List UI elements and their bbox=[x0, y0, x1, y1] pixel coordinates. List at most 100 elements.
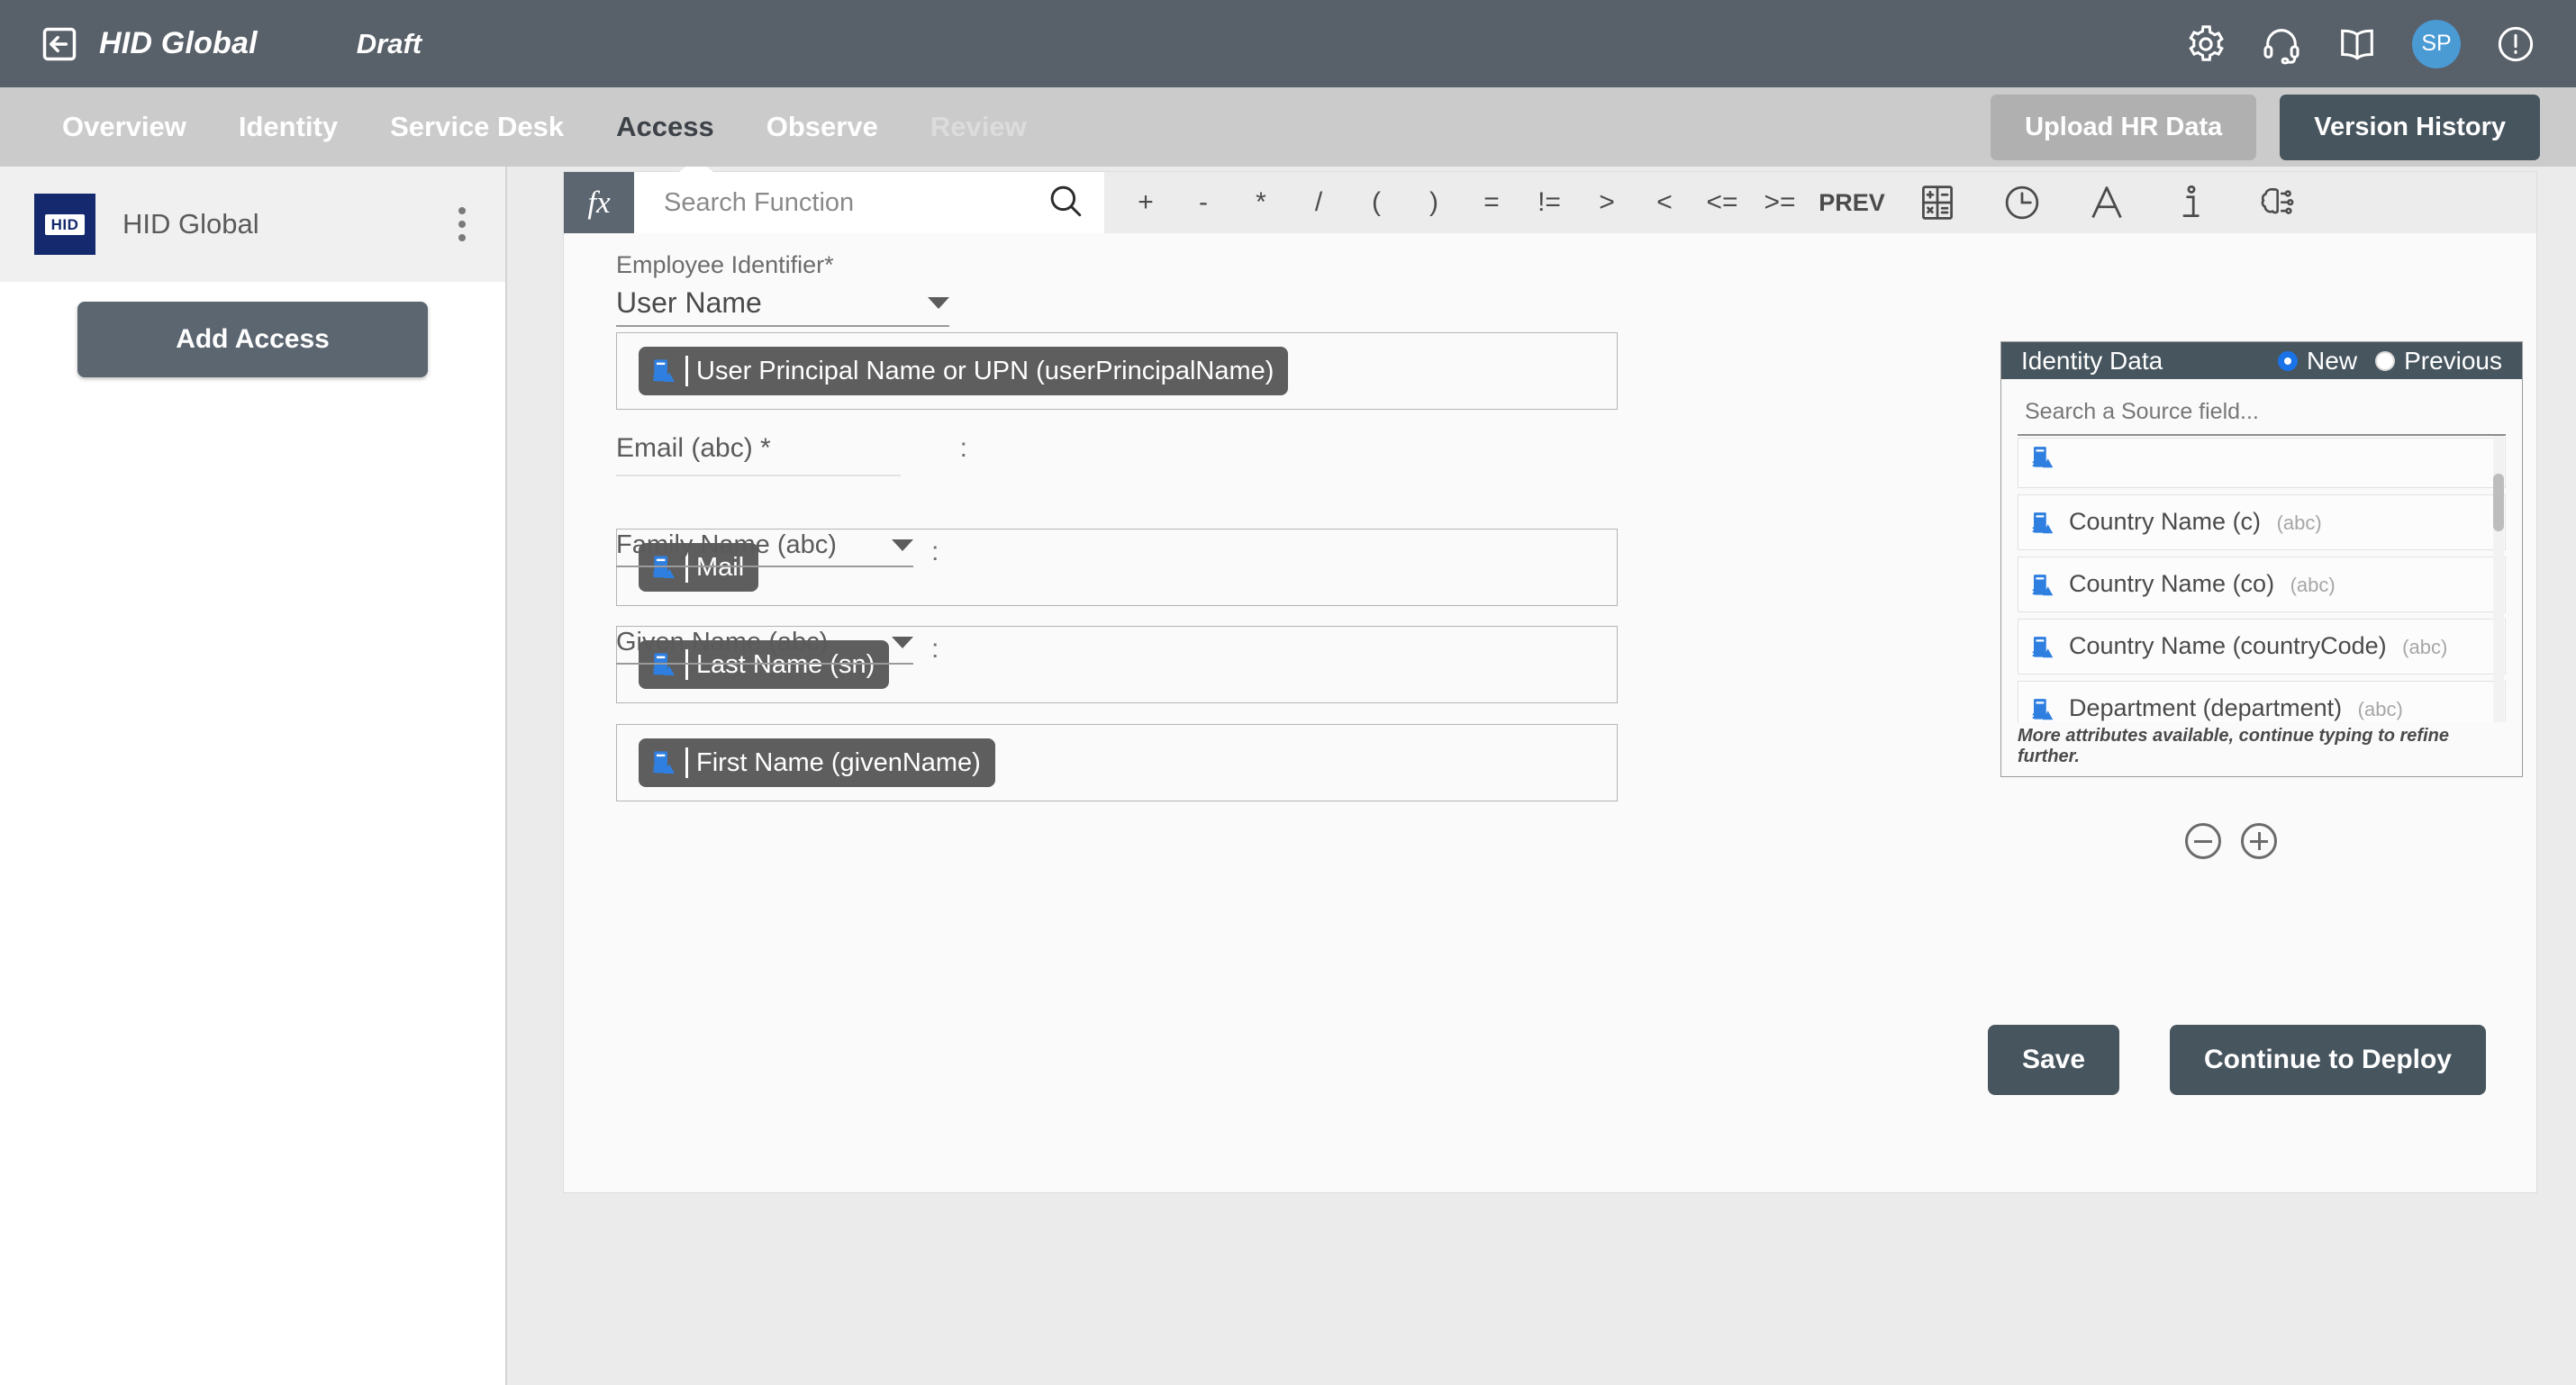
token-label: User Principal Name or UPN (userPrincipa… bbox=[696, 356, 1274, 385]
back-arrow-icon[interactable] bbox=[40, 24, 79, 64]
operator-divide[interactable]: / bbox=[1290, 187, 1347, 218]
operator-close-paren[interactable]: ) bbox=[1405, 187, 1463, 218]
draft-status: Draft bbox=[356, 27, 422, 59]
operator-less-than[interactable]: < bbox=[1636, 187, 1693, 218]
nav-item-observe[interactable]: Observe bbox=[740, 111, 904, 143]
field-colon: : bbox=[931, 634, 939, 664]
nav-bar: Overview Identity Service Desk Access Ob… bbox=[0, 87, 2576, 167]
toolbar-notch bbox=[678, 167, 714, 173]
text-a-icon[interactable] bbox=[2087, 183, 2127, 222]
ai-brain-icon[interactable] bbox=[2256, 183, 2296, 222]
source-field-icon bbox=[2029, 442, 2056, 473]
topbar-icon-group: SP bbox=[2185, 19, 2536, 68]
list-item-type: (abc) bbox=[2402, 636, 2448, 659]
form-row-given-name: Given Name (abc) : bbox=[616, 628, 1445, 665]
operator-greater-equal[interactable]: >= bbox=[1751, 187, 1809, 218]
function-search-input[interactable] bbox=[664, 187, 1047, 218]
chevron-down-icon[interactable] bbox=[892, 539, 913, 551]
family-name-select[interactable]: Family Name (abc) bbox=[616, 530, 913, 567]
upload-hr-data-button[interactable]: Upload HR Data bbox=[1991, 94, 2257, 160]
field-colon: : bbox=[959, 433, 967, 463]
nav-item-service-desk[interactable]: Service Desk bbox=[364, 111, 590, 143]
add-row-button[interactable] bbox=[2241, 823, 2277, 859]
radio-previous-icon[interactable] bbox=[2375, 350, 2396, 371]
operator-greater-than[interactable]: > bbox=[1578, 187, 1636, 218]
given-name-select[interactable]: Given Name (abc) bbox=[616, 628, 913, 665]
chevron-down-icon[interactable] bbox=[928, 297, 949, 309]
employee-identifier-token-box[interactable]: User Principal Name or UPN (userPrincipa… bbox=[616, 332, 1618, 410]
radio-option-previous[interactable]: Previous bbox=[2375, 347, 2502, 376]
save-button[interactable]: Save bbox=[1987, 1025, 2120, 1095]
operator-plus[interactable]: + bbox=[1117, 187, 1175, 218]
radio-new-icon[interactable] bbox=[2278, 350, 2299, 371]
fx-button[interactable]: fx bbox=[564, 172, 634, 233]
org-card[interactable]: HID HID Global bbox=[0, 167, 505, 282]
form-row-email: Email (abc) * : bbox=[616, 433, 1445, 476]
list-item[interactable]: Country Name (co) (abc) bbox=[2018, 557, 2506, 613]
field-label: Family Name (abc) bbox=[616, 530, 837, 559]
token-label: First Name (givenName) bbox=[696, 747, 981, 777]
list-item-text: Country Name (c) (abc) bbox=[2069, 506, 2322, 538]
radio-new-label: New bbox=[2307, 346, 2358, 375]
body-wrapper: HID HID Global Add Access fx Search Func… bbox=[0, 167, 2576, 1385]
source-field-list: Country Name (c) (abc) Country Name (co)… bbox=[2018, 436, 2506, 722]
field-label: Email (abc) * bbox=[616, 433, 771, 463]
operator-multiply[interactable]: * bbox=[1232, 187, 1290, 218]
list-item-name: Department (department) bbox=[2069, 694, 2343, 722]
list-item[interactable]: Department (department) (abc) bbox=[2018, 681, 2506, 722]
radio-option-new[interactable]: New bbox=[2278, 347, 2357, 376]
chevron-down-icon[interactable] bbox=[892, 637, 913, 648]
calculator-icon[interactable] bbox=[1918, 183, 1957, 222]
identity-panel-title: Identity Data bbox=[2021, 346, 2163, 375]
operator-equals[interactable]: = bbox=[1463, 187, 1520, 218]
nav-item-overview[interactable]: Overview bbox=[36, 111, 213, 143]
operator-minus[interactable]: - bbox=[1175, 187, 1232, 218]
operator-prev[interactable]: PREV bbox=[1809, 189, 1895, 217]
source-field-search-input[interactable] bbox=[2018, 379, 2506, 437]
headset-icon[interactable] bbox=[2261, 23, 2302, 65]
action-button-group: Save Continue to Deploy bbox=[1987, 1025, 2486, 1095]
add-access-button[interactable]: Add Access bbox=[77, 302, 428, 377]
clock-icon[interactable] bbox=[2002, 183, 2042, 222]
avatar[interactable]: SP bbox=[2412, 19, 2461, 68]
list-item-name: Country Name (c) bbox=[2069, 508, 2262, 536]
kebab-menu-icon[interactable] bbox=[453, 202, 471, 247]
nav-item-access[interactable]: Access bbox=[590, 111, 740, 143]
list-item-name: Country Name (countryCode) bbox=[2069, 632, 2387, 660]
token-divider bbox=[685, 356, 688, 386]
nav-button-group: Upload HR Data Version History bbox=[1991, 94, 2540, 160]
nav-item-identity[interactable]: Identity bbox=[213, 111, 364, 143]
token-chip[interactable]: First Name (givenName) bbox=[639, 738, 995, 787]
remove-row-button[interactable] bbox=[2185, 823, 2221, 859]
identity-panel-body: Country Name (c) (abc) bbox=[2001, 379, 2522, 722]
list-scrollbar-thumb[interactable] bbox=[2493, 474, 2504, 532]
book-icon[interactable] bbox=[2336, 23, 2378, 65]
kebab-dot bbox=[458, 234, 466, 241]
list-item[interactable]: Country Name (c) (abc) bbox=[2018, 494, 2506, 551]
alert-circle-icon[interactable] bbox=[2495, 23, 2536, 65]
identity-panel-header: Identity Data New Previous bbox=[2001, 342, 2522, 380]
given-name-token-box[interactable]: First Name (givenName) bbox=[616, 724, 1618, 801]
kebab-dot bbox=[458, 207, 466, 214]
employee-identifier-select[interactable]: User Name bbox=[616, 286, 949, 327]
info-i-icon[interactable] bbox=[2172, 183, 2211, 222]
operator-group: + - * / ( ) = != > < <= >= PREV bbox=[1104, 172, 2536, 233]
source-field-icon bbox=[2029, 570, 2056, 601]
operator-not-equals[interactable]: != bbox=[1520, 187, 1578, 218]
form-row-employee-identifier: Employee Identifier* User Name bbox=[616, 251, 1445, 327]
operator-less-equal[interactable]: <= bbox=[1693, 187, 1751, 218]
continue-to-deploy-button[interactable]: Continue to Deploy bbox=[2170, 1025, 2486, 1095]
token-chip[interactable]: User Principal Name or UPN (userPrincipa… bbox=[639, 347, 1289, 395]
source-field-icon bbox=[2029, 632, 2056, 663]
magnifier-icon[interactable] bbox=[1047, 182, 1084, 224]
list-item-text: Country Name (co) (abc) bbox=[2069, 568, 2336, 600]
gear-icon[interactable] bbox=[2185, 23, 2227, 65]
minus-icon bbox=[2194, 832, 2212, 850]
nav-item-review: Review bbox=[930, 111, 1027, 142]
version-history-button[interactable]: Version History bbox=[2280, 94, 2540, 160]
hid-logo-text: HID bbox=[44, 213, 86, 235]
operator-open-paren[interactable]: ( bbox=[1347, 187, 1405, 218]
list-item[interactable] bbox=[2018, 438, 2506, 489]
list-item[interactable]: Country Name (countryCode) (abc) bbox=[2018, 619, 2506, 675]
token-divider bbox=[685, 747, 688, 778]
